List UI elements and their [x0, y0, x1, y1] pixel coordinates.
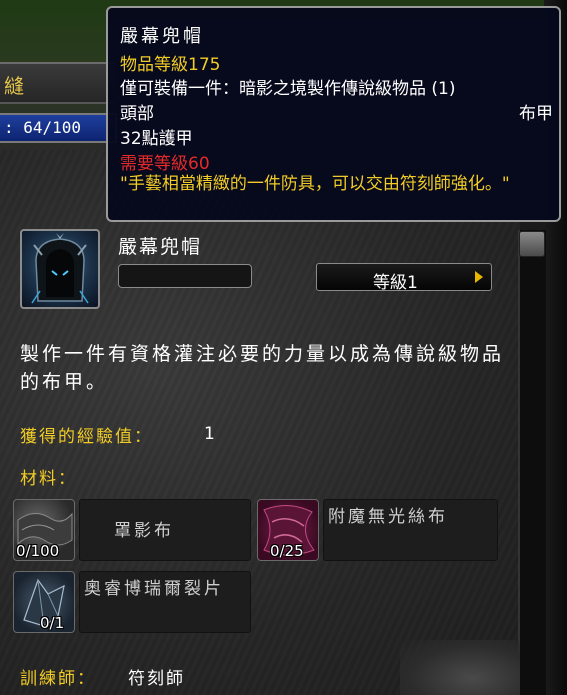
reagent-name-box[interactable]: 罩影布	[79, 499, 251, 561]
experience-label: 獲得的經驗值：	[20, 427, 153, 447]
recipe-description: 製作一件有資格灌注必要的力量以成為傳說級物品的布甲。	[20, 343, 505, 393]
item-name: 嚴幕兜帽	[118, 236, 203, 258]
tooltip-title: 嚴幕兜帽	[120, 26, 204, 47]
crafted-name-field[interactable]	[118, 264, 252, 288]
skill-level-bar: : 64/100	[0, 113, 117, 143]
enchanted-lightless-silk-icon[interactable]: 0/25	[257, 499, 319, 561]
arrow-right-icon	[475, 271, 483, 283]
tooltip-required-level: 需要等級60	[120, 154, 210, 174]
reagent-count: 0/1	[40, 614, 65, 632]
reagent-name: 附魔無光絲布	[328, 507, 448, 527]
tooltip-flavor-text: "手藝相當精緻的一件防具，可以交由符刻師強化。"	[120, 174, 510, 194]
reagents-label: 材料：	[20, 469, 77, 489]
rank-dropdown-button[interactable]: 等級1	[316, 263, 492, 293]
shadowcloth-icon[interactable]: 0/100	[13, 499, 75, 561]
profession-header-label: 縫	[4, 74, 24, 98]
detail-scrollbar[interactable]	[518, 230, 546, 695]
tooltip-armor: 32點護甲	[120, 129, 193, 149]
decorative-stone	[400, 640, 520, 695]
item-tooltip: 嚴幕兜帽 物品等級175 僅可裝備一件：暗影之境製作傳說級物品 (1) 頭部 布…	[106, 6, 561, 222]
profession-header: 縫	[0, 62, 115, 104]
tooltip-slot: 頭部	[120, 104, 154, 124]
reagent-name: 奧睿博瑞爾裂片	[84, 579, 224, 599]
reagent-count: 0/100	[16, 542, 60, 560]
reagent-name: 罩影布	[114, 521, 174, 541]
reagent-count: 0/25	[270, 542, 304, 560]
experience-value: 1	[204, 424, 215, 444]
tooltip-unique-equipped: 僅可裝備一件：暗影之境製作傳說級物品 (1)	[120, 79, 456, 99]
reagent-name-box[interactable]: 附魔無光絲布	[323, 499, 498, 561]
hood-icon[interactable]	[20, 229, 100, 309]
skill-level-text: : 64/100	[4, 118, 82, 137]
tooltip-armor-type: 布甲	[519, 104, 553, 124]
trainer-label: 訓練師：	[20, 669, 96, 689]
reagent-name-box[interactable]: 奧睿博瑞爾裂片	[79, 571, 251, 633]
scrollbar-thumb[interactable]	[519, 231, 545, 257]
rank-label: 等級1	[373, 273, 418, 293]
trainer-value: 符刻師	[128, 669, 185, 689]
tooltip-item-level: 物品等級175	[120, 55, 221, 75]
orborus-shard-icon[interactable]: 0/1	[13, 571, 75, 633]
